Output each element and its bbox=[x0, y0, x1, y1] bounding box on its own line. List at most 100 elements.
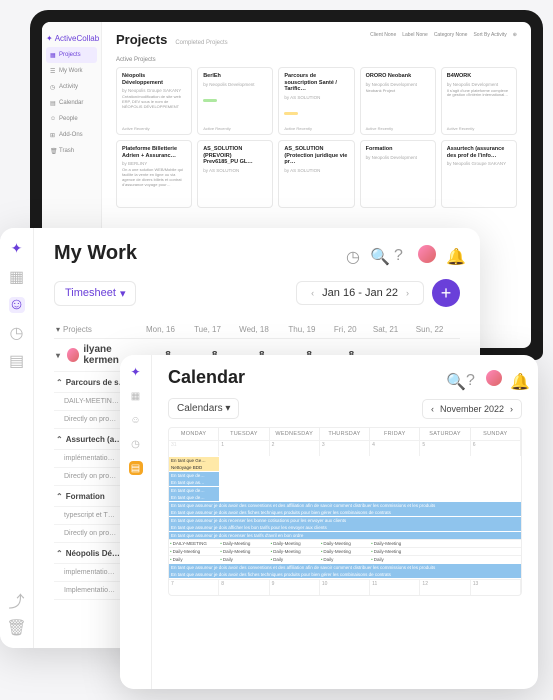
daily-meeting-event[interactable]: Daily-Meeting bbox=[270, 548, 320, 555]
calendar-event[interactable]: En tant que de… bbox=[169, 472, 219, 479]
prev-month-icon[interactable]: ‹ bbox=[431, 404, 434, 414]
date-cell[interactable]: 10 bbox=[320, 579, 370, 595]
help-icon[interactable]: ? bbox=[394, 247, 408, 261]
daily-meeting-event[interactable]: Daily-Meeting bbox=[219, 540, 269, 547]
filter-category[interactable]: Category None bbox=[434, 32, 468, 38]
clock-icon[interactable]: ◷ bbox=[346, 247, 360, 261]
daily-meeting-event[interactable]: Daily-Meeting bbox=[370, 548, 420, 555]
date-cell[interactable]: 13 bbox=[471, 579, 521, 595]
daily-meeting-event[interactable]: Daily-Meeting bbox=[320, 540, 370, 547]
day-header: SATURDAY bbox=[420, 428, 470, 440]
date-cell[interactable]: 1 bbox=[219, 440, 269, 456]
project-card[interactable]: BerlEhby Neopolis DevelopmentActive Rece… bbox=[197, 67, 273, 135]
calendar-event-span[interactable]: En tant que assureur je dois avoir des f… bbox=[169, 509, 521, 516]
calendar-title: Calendar bbox=[168, 367, 245, 388]
project-card[interactable]: Parcours de souscription Santé / Tarific… bbox=[278, 67, 354, 135]
calendar-event-span[interactable]: En tant que assureur je dois avoir des c… bbox=[169, 564, 521, 571]
date-cell[interactable]: 2 bbox=[270, 440, 320, 456]
nav-activity[interactable]: ◷Activity bbox=[46, 79, 97, 95]
date-cell[interactable]: 8 bbox=[219, 579, 269, 595]
day-header: THURSDAY bbox=[320, 428, 370, 440]
calendar-event[interactable]: En tant que as… bbox=[169, 479, 219, 486]
daily-meeting-event[interactable]: Daily bbox=[219, 556, 269, 563]
calendar-icon[interactable]: ▤ bbox=[9, 353, 25, 369]
project-card[interactable]: Assurtech (assurance des prof de l'info…… bbox=[441, 140, 517, 208]
daily-meeting-event[interactable]: Daily bbox=[169, 556, 219, 563]
projects-subtitle[interactable]: Completed Projects bbox=[175, 40, 227, 46]
date-cell[interactable]: 9 bbox=[270, 579, 320, 595]
date-cell[interactable]: 3 bbox=[320, 440, 370, 456]
date-cell[interactable]: 7 bbox=[169, 579, 219, 595]
nav-mywork[interactable]: ☰My Work bbox=[46, 63, 97, 79]
project-card[interactable]: Néopolis Développementby Neopolis Groupe… bbox=[116, 67, 192, 135]
project-card[interactable]: Formationby Neopolis Development bbox=[360, 140, 436, 208]
grid-icon[interactable]: ▦ bbox=[9, 269, 25, 285]
daily-meeting-event[interactable]: Daily bbox=[270, 556, 320, 563]
nav-addons[interactable]: ⊞Add-Ons bbox=[46, 127, 97, 143]
daily-meeting-event[interactable]: Daily bbox=[370, 556, 420, 563]
project-card[interactable]: ORORO Neobankby Neopolis DevelopmentNeob… bbox=[360, 67, 436, 135]
person-icon[interactable]: ☺ bbox=[129, 413, 143, 427]
next-week-icon[interactable]: › bbox=[406, 288, 409, 298]
date-cell[interactable]: 12 bbox=[420, 579, 470, 595]
chevron-down-icon: ▾ bbox=[225, 403, 230, 414]
month-picker[interactable]: ‹ November 2022 › bbox=[422, 399, 522, 419]
daily-meeting-event[interactable]: DAILY-MEETING bbox=[169, 540, 219, 547]
calendar-event[interactable]: En tant que de… bbox=[169, 487, 219, 494]
chevron-down-icon: ▾ bbox=[120, 287, 126, 300]
export-icon[interactable]: ⤴ bbox=[9, 592, 25, 608]
calendar-event-span[interactable]: En tant que assureur je dois recenser le… bbox=[169, 517, 521, 524]
calendar-event[interactable]: En tant que Ge… bbox=[169, 457, 219, 464]
nav-people[interactable]: ☺People bbox=[46, 111, 97, 127]
trash-icon[interactable]: 🗑 bbox=[9, 620, 25, 636]
person-icon[interactable]: ☺ bbox=[9, 297, 25, 313]
calendar-icon[interactable]: ▤ bbox=[129, 461, 143, 475]
filter-label[interactable]: Label None bbox=[402, 32, 428, 38]
search-icon[interactable]: 🔍 bbox=[370, 247, 384, 261]
calendar-event-span[interactable]: En tant que assureur je dois recenser le… bbox=[169, 532, 521, 539]
filter-sort[interactable]: Sort By Activity bbox=[473, 32, 506, 38]
nav-projects[interactable]: ▦Projects bbox=[46, 47, 97, 63]
clock-icon[interactable]: ◷ bbox=[9, 325, 25, 341]
add-button[interactable]: + bbox=[432, 279, 460, 307]
project-card[interactable]: AS_SOLUTION (PREVOIR) Prev6185_PU GL…by … bbox=[197, 140, 273, 208]
date-cell[interactable]: 11 bbox=[370, 579, 420, 595]
column-header: Sat, 21 bbox=[371, 321, 414, 339]
date-cell[interactable]: 31 bbox=[169, 440, 219, 456]
bell-icon[interactable]: 🔔 bbox=[446, 247, 460, 261]
add-project-btn[interactable]: ⊕ bbox=[513, 32, 517, 38]
calendar-event[interactable]: En tant que de… bbox=[169, 494, 219, 501]
app-logo-icon: ✦ bbox=[11, 240, 23, 257]
next-month-icon[interactable]: › bbox=[510, 404, 513, 414]
calendar-event[interactable]: Nettoyage BDD bbox=[169, 464, 219, 471]
project-card[interactable]: B4WORKby Neopolis DevelopmentIl s'agit d… bbox=[441, 67, 517, 135]
project-card[interactable]: AS_SOLUTION (Protection juridique vie pr… bbox=[278, 140, 354, 208]
daily-meeting-event[interactable]: Daily-Meeting bbox=[370, 540, 420, 547]
filter-client[interactable]: Client None bbox=[370, 32, 396, 38]
date-cell[interactable]: 4 bbox=[370, 440, 420, 456]
daily-meeting-event[interactable]: Daily bbox=[320, 556, 370, 563]
nav-trash[interactable]: 🗑Trash bbox=[46, 143, 97, 159]
date-cell[interactable]: 5 bbox=[420, 440, 470, 456]
bell-icon[interactable]: 🔔 bbox=[510, 372, 522, 384]
calendar-event-span[interactable]: En tant que assureur je dois afficher le… bbox=[169, 524, 521, 531]
daily-meeting-event[interactable]: Daily-Meeting bbox=[219, 548, 269, 555]
daily-meeting-event[interactable]: Daily-Meeting bbox=[270, 540, 320, 547]
search-icon[interactable]: 🔍 bbox=[446, 372, 458, 384]
help-icon[interactable]: ? bbox=[466, 372, 478, 384]
date-cell[interactable]: 6 bbox=[471, 440, 521, 456]
nav-calendar[interactable]: ▤Calendar bbox=[46, 95, 97, 111]
prev-week-icon[interactable]: ‹ bbox=[311, 288, 314, 298]
clock-icon[interactable]: ◷ bbox=[129, 437, 143, 451]
user-avatar[interactable] bbox=[486, 370, 502, 386]
user-avatar[interactable] bbox=[418, 245, 436, 263]
grid-icon[interactable]: ▦ bbox=[129, 389, 143, 403]
daily-meeting-event[interactable]: Daily-Meeting bbox=[320, 548, 370, 555]
daily-meeting-event[interactable]: Daily-Meeting bbox=[169, 548, 219, 555]
timesheet-dropdown[interactable]: Timesheet ▾ bbox=[54, 281, 136, 306]
date-range-picker[interactable]: ‹ Jan 16 - Jan 22 › bbox=[296, 281, 424, 305]
calendars-dropdown[interactable]: Calendars ▾ bbox=[168, 398, 239, 419]
calendar-event-span[interactable]: En tant que assureur je dois avoir des c… bbox=[169, 502, 521, 509]
project-card[interactable]: Plateforme Billetterie Adrien + Assuranc… bbox=[116, 140, 192, 208]
calendar-event-span[interactable]: En tant que assureur je dois avoir des f… bbox=[169, 571, 521, 578]
